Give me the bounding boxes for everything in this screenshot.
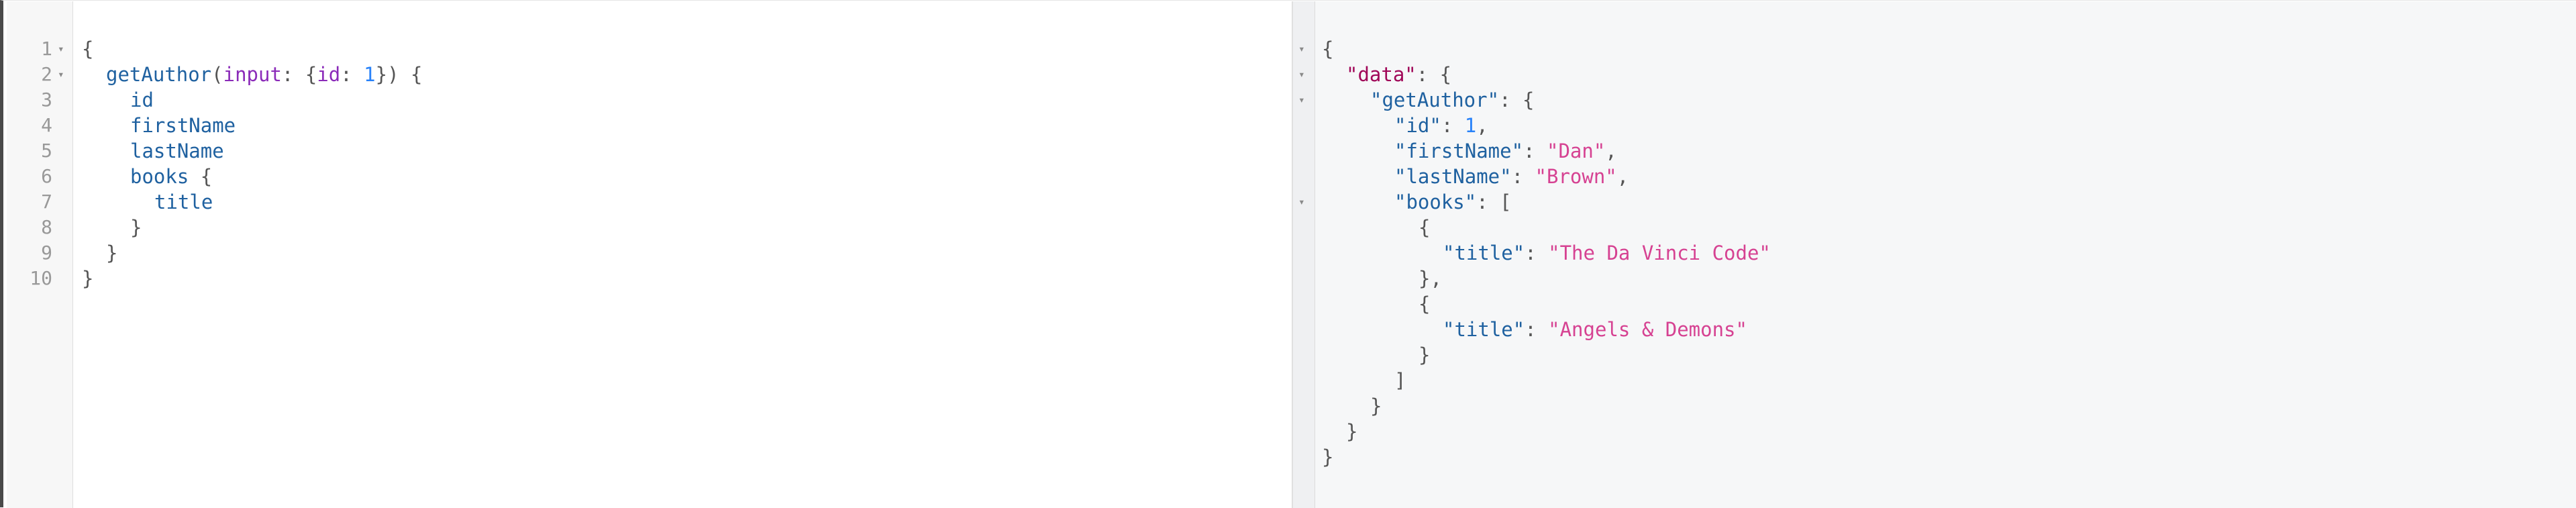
fold-arrow-icon[interactable]: ▾ [1298,62,1305,87]
number-value: 1 [364,63,376,86]
punctuation: : [1525,318,1549,341]
query-editor[interactable]: 1 2 3 4 5 6 7 8 9 10 ▾ ▾ { getAuthor(inp… [7,1,1292,508]
result-line: "title": "Angels & Demons" [1443,317,1747,342]
line-number-gutter: 1 2 3 4 5 6 7 8 9 10 ▾ ▾ [7,1,73,508]
punctuation: : [1441,114,1465,137]
brace: } [130,216,142,239]
code-line-10: } [82,266,93,291]
string-value: "The Da Vinci Code" [1548,242,1771,264]
result-line: { [1419,291,1430,317]
query-field: title [154,191,213,213]
line-number: 5 [41,140,52,162]
punctuation: : [1523,140,1547,162]
argument-name: id [317,63,341,86]
query-field: lastName [130,140,224,162]
line-number: 7 [41,191,52,213]
result-line: "data": { [1346,62,1451,87]
result-viewer: ▾ ▾ ▾ ▾ { "data": { "getAuthor": { "id":… [1293,1,2576,508]
result-line: } [1322,444,1333,470]
brace: }, [1419,267,1442,290]
json-key: "firstName" [1394,140,1524,162]
brace: { [82,38,94,60]
json-key: "lastName" [1394,165,1512,188]
code-line-8: } [130,215,142,240]
punctuation: , [1605,140,1617,162]
brace: } [1370,395,1382,417]
string-value: "Brown" [1535,165,1617,188]
json-key: "title" [1443,318,1525,341]
brace: } [1322,446,1334,468]
brace: { [1419,293,1431,315]
result-line: { [1419,215,1430,240]
json-key: "books" [1394,191,1477,213]
punctuation: : [1525,242,1549,264]
line-number: 3 [41,89,52,111]
string-value: "Angels & Demons" [1548,318,1747,341]
code-line-4: firstName [130,113,236,138]
brace: { [1419,216,1431,239]
string-value: "Dan" [1546,140,1606,162]
code-line-1: { [82,36,93,62]
number-value: 1 [1464,114,1477,137]
line-number: 8 [41,216,52,238]
fold-arrow-icon[interactable]: ▾ [58,62,64,87]
json-key: "id" [1394,114,1441,137]
paren: ( [211,63,223,86]
query-field: firstName [130,114,236,137]
result-line: } [1346,419,1357,444]
line-number: 9 [41,242,52,264]
line-number: 10 [30,267,52,289]
result-line: "firstName": "Dan", [1394,138,1617,164]
brace: } [1419,344,1431,366]
json-key: "title" [1443,242,1525,264]
punctuation: , [1476,114,1488,137]
code-line-6: books { [130,164,212,189]
line-number: 2 [41,63,52,85]
result-line: ] [1394,368,1406,393]
fold-arrow-icon[interactable]: ▾ [58,36,64,62]
punctuation: : [1511,165,1535,188]
brace: } [106,242,118,264]
punctuation: , [1616,165,1629,188]
result-line: }, [1419,266,1442,291]
fold-arrow-icon[interactable]: ▾ [1298,189,1305,215]
code-line-3: id [130,87,154,113]
query-field: getAuthor [106,63,212,86]
result-line: "getAuthor": { [1370,87,1534,113]
query-field: id [130,89,154,111]
argument-name: input [223,63,282,86]
result-line: "lastName": "Brown", [1394,164,1629,189]
code-line-5: lastName [130,138,224,164]
brace: } [82,267,94,290]
brace: { [1322,38,1334,60]
punctuation: }) { [375,63,423,86]
code-line-7: title [154,189,213,215]
punctuation: : { [1499,89,1535,111]
json-key: "getAuthor" [1370,89,1500,111]
json-key: "data" [1346,63,1416,86]
punctuation: : [340,63,364,86]
brace: } [1346,420,1358,443]
code-line-9: } [106,240,117,266]
code-line-2: getAuthor(input: {id: 1}) { [106,62,422,87]
result-fold-gutter: ▾ ▾ ▾ ▾ [1293,1,1315,508]
result-line: "id": 1, [1394,113,1488,138]
fold-arrow-icon[interactable]: ▾ [1298,36,1305,62]
query-field: books [130,165,189,188]
fold-arrow-icon[interactable]: ▾ [1298,87,1305,113]
line-number: 6 [41,165,52,187]
result-line: "title": "The Da Vinci Code" [1443,240,1771,266]
graphiql-window: 1 2 3 4 5 6 7 8 9 10 ▾ ▾ { getAuthor(inp… [0,0,2576,508]
bracket: ] [1394,369,1406,392]
line-number: 4 [41,114,52,136]
punctuation: : { [1416,63,1452,86]
brace: { [189,165,213,188]
punctuation: : { [281,63,317,86]
result-line: "books": [ [1394,189,1512,215]
line-number: 1 [41,38,52,60]
result-line: } [1370,393,1382,419]
result-line: { [1322,36,1333,62]
punctuation: : [ [1476,191,1512,213]
result-line: } [1419,342,1430,368]
